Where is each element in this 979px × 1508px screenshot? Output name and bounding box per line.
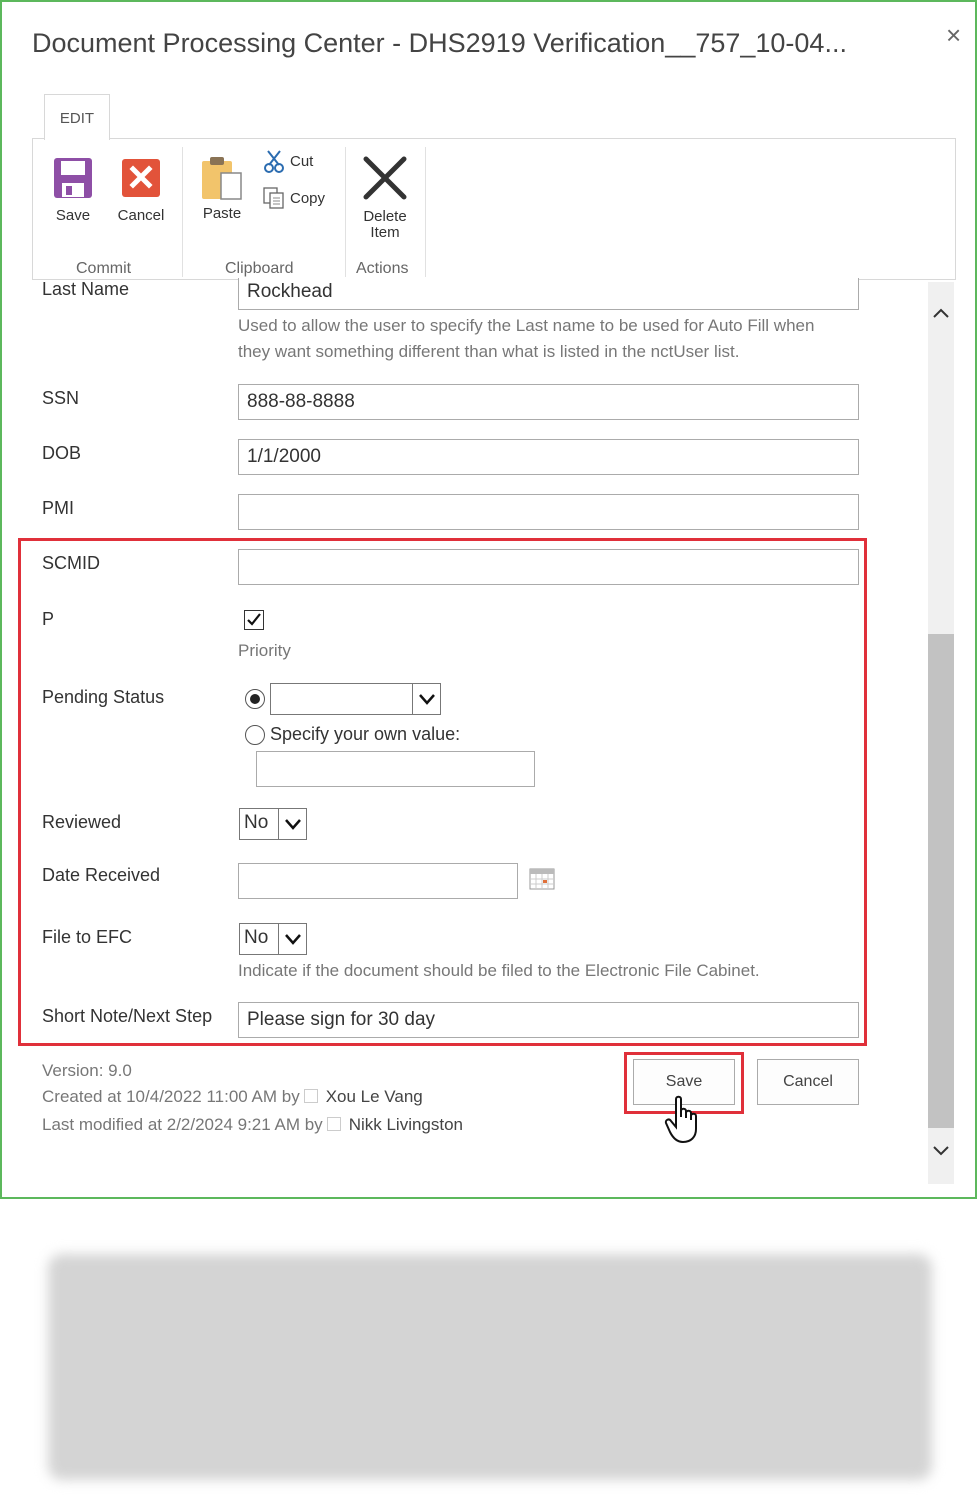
short-note-input[interactable]: Please sign for 30 day [238, 1002, 859, 1038]
priority-field-label: P [42, 609, 55, 629]
dob-label: DOB [42, 443, 82, 463]
scmid-input[interactable] [238, 549, 859, 585]
modified-info: Last modified at 2/2/2024 9:21 AM by Nikk… [42, 1115, 464, 1134]
priority-checkbox[interactable] [244, 610, 264, 630]
ribbon-divider [425, 147, 426, 277]
short-note-label: Short Note/Next Step [42, 1006, 213, 1026]
copy-button[interactable]: Copy [263, 187, 325, 209]
hand-cursor-icon [664, 1095, 697, 1144]
pending-status-dropdown-radio[interactable] [245, 689, 265, 709]
scissors-icon [264, 150, 284, 173]
close-icon[interactable]: × [946, 20, 961, 51]
specify-own-value-radio[interactable] [245, 725, 265, 745]
specify-own-value-label: Specify your own value: [270, 724, 461, 744]
date-received-label: Date Received [42, 865, 161, 885]
date-received-input[interactable] [238, 863, 518, 899]
ssn-label: SSN [42, 388, 80, 408]
delete-icon [363, 156, 407, 200]
paste-icon [202, 157, 242, 200]
pending-status-select[interactable] [270, 683, 441, 715]
reviewed-select[interactable]: No [239, 808, 307, 840]
pending-status-label: Pending Status [42, 687, 165, 707]
created-by-link[interactable]: Xou Le Vang [326, 1087, 423, 1106]
reviewed-label: Reviewed [42, 812, 122, 832]
created-info: Created at 10/4/2022 11:00 AM by Xou Le V… [42, 1087, 423, 1106]
last-name-label: Last Name [42, 279, 130, 299]
ribbon-save-button[interactable]: Save [51, 157, 95, 224]
radio-selected-dot [250, 694, 260, 704]
paste-button[interactable]: Paste [197, 155, 247, 222]
delete-item-button[interactable]: Delete Item [355, 155, 415, 241]
ribbon-divider [345, 147, 346, 277]
file-to-efc-select[interactable]: No [239, 923, 307, 955]
scrollbar-thumb[interactable] [928, 634, 954, 1128]
scroll-down-icon[interactable] [928, 1136, 954, 1166]
priority-checkbox-label: Priority [238, 641, 291, 660]
specify-own-value-input[interactable] [256, 751, 535, 787]
ribbon-cancel-button[interactable]: Cancel [115, 157, 167, 224]
cancel-button[interactable]: Cancel [757, 1059, 859, 1105]
last-name-help: Used to allow the user to specify the La… [238, 316, 815, 361]
ssn-input[interactable]: 888-88-8888 [238, 384, 859, 420]
save-icon [54, 158, 92, 198]
dob-input[interactable]: 1/1/2000 [238, 439, 859, 475]
checkmark-icon [247, 613, 261, 626]
chevron-down-icon [278, 809, 306, 839]
presence-icon [303, 1089, 318, 1103]
tab-edit[interactable]: EDIT [44, 94, 110, 140]
cut-button[interactable]: Cut [263, 149, 313, 173]
modified-by-link[interactable]: Nikk Livingston [349, 1115, 463, 1134]
last-name-input[interactable]: Rockhead [238, 278, 859, 310]
calendar-icon[interactable] [529, 867, 555, 891]
ribbon-divider [182, 147, 183, 277]
chevron-down-icon [278, 924, 306, 954]
chevron-down-icon [412, 684, 440, 714]
file-to-efc-help: Indicate if the document should be filed… [238, 961, 760, 980]
ribbon: Save Cancel Commit Paste Cut Copy Clipbo… [32, 138, 956, 280]
group-label-clipboard: Clipboard [225, 260, 294, 277]
file-to-efc-label: File to EFC [42, 927, 133, 947]
presence-icon [326, 1117, 341, 1131]
scroll-up-icon[interactable] [928, 298, 954, 328]
pmi-input[interactable] [238, 494, 859, 530]
version-text: Version: 9.0 [42, 1061, 132, 1080]
blurred-panel [48, 1254, 932, 1480]
dialog-title: Document Processing Center - DHS2919 Ver… [32, 28, 847, 58]
copy-icon [263, 187, 284, 209]
group-label-commit: Commit [76, 260, 132, 277]
group-label-actions: Actions [356, 260, 409, 277]
scmid-label: SCMID [42, 553, 100, 573]
cancel-icon [122, 159, 160, 197]
pmi-label: PMI [42, 498, 75, 518]
